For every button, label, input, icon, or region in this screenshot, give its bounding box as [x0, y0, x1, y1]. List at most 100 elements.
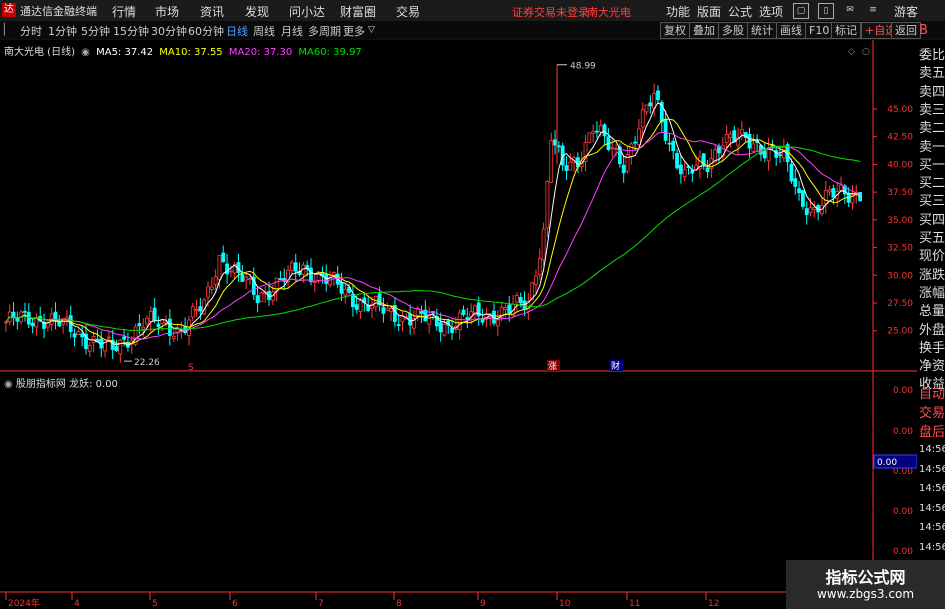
candle-body	[381, 307, 386, 314]
side-label-8[interactable]: 买三	[919, 190, 945, 209]
candle-body	[553, 139, 557, 146]
user-icon[interactable]: ▢	[793, 3, 809, 19]
side-label-11[interactable]: 现价	[919, 245, 945, 264]
side-label-15[interactable]: 外盘	[919, 319, 945, 338]
candle-body	[793, 178, 798, 187]
side-time-4[interactable]: 14:56	[919, 522, 945, 533]
side-time-1[interactable]: 14:56	[919, 464, 945, 475]
side-label-0[interactable]: 委比	[919, 44, 945, 63]
candle-body	[839, 184, 843, 191]
menu-wealth[interactable]: 财富圈	[340, 3, 376, 20]
menu-icon[interactable]: ≡	[866, 3, 880, 17]
period-multi[interactable]: 多周期	[308, 23, 341, 39]
menu-ask[interactable]: 问小达	[289, 3, 325, 20]
side-time-2[interactable]: 14:56	[919, 483, 945, 494]
side-label-17[interactable]: 净资	[919, 355, 945, 374]
draw-button[interactable]: 画线	[776, 22, 806, 39]
period-60min[interactable]: 60分钟	[188, 23, 224, 39]
guest-label[interactable]: 游客	[894, 3, 918, 20]
period-more[interactable]: 更多	[343, 23, 365, 39]
side-label-9[interactable]: 买四	[919, 209, 945, 228]
ma10-label: MA10: 37.55	[159, 47, 223, 58]
side-label-1[interactable]: 卖五	[919, 62, 945, 81]
candle-body	[148, 310, 153, 322]
watermark-title: 指标公式网	[825, 568, 906, 587]
side-label-5[interactable]: 卖一	[919, 136, 945, 155]
period-monthly[interactable]: 月线	[281, 23, 303, 39]
side-label-16[interactable]: 换手	[919, 337, 945, 356]
candle-body	[76, 331, 81, 336]
ma20-line	[5, 131, 861, 340]
side-label-3[interactable]: 卖三	[919, 99, 945, 118]
title-bar: 达 通达信金融终端 行情 市场 资讯 发现 问小达 财富圈 交易 证券交易未登录…	[0, 0, 945, 22]
login-alert[interactable]: 证券交易未登录	[512, 4, 589, 20]
app-logo-icon: 达	[2, 3, 16, 17]
kline-chart[interactable]: 25.0027.5030.0032.5035.0037.5040.0042.50…	[0, 40, 917, 609]
side-label-4[interactable]: 卖二	[919, 117, 945, 136]
chart-close-icon: ○	[862, 47, 870, 57]
candle-body	[221, 252, 226, 263]
menu-trade[interactable]: 交易	[396, 3, 420, 20]
indicator-tick-label: 0.00	[893, 427, 913, 437]
side-label-7[interactable]: 买二	[919, 172, 945, 191]
menu-options[interactable]: 选项	[759, 3, 783, 20]
f10-button[interactable]: F10	[805, 22, 834, 39]
more-chevron-icon[interactable]: ▽	[368, 25, 375, 35]
side-label-21[interactable]: 盘后	[919, 421, 945, 440]
candle-body	[732, 130, 737, 143]
legend-settings-icon[interactable]: ◉	[81, 47, 90, 58]
candle-body	[503, 306, 508, 311]
candle-body	[602, 124, 607, 137]
period-nav-icon[interactable]: ▏	[4, 23, 12, 36]
stats-button[interactable]: 统计	[747, 22, 777, 39]
period-daily[interactable]: 日线	[226, 23, 248, 39]
menu-layout[interactable]: 版面	[697, 3, 721, 20]
menu-market[interactable]: 市场	[155, 3, 179, 20]
side-label-20[interactable]: 交易	[919, 402, 945, 421]
side-label-6[interactable]: 买一	[919, 154, 945, 173]
menu-discover[interactable]: 发现	[245, 3, 269, 20]
side-label-13[interactable]: 涨幅	[919, 282, 945, 301]
period-30min[interactable]: 30分钟	[151, 23, 187, 39]
side-label-2[interactable]: 卖四	[919, 81, 945, 100]
overlay-button[interactable]: 叠加	[689, 22, 719, 39]
candle-body	[724, 134, 729, 144]
menu-function[interactable]: 功能	[666, 3, 690, 20]
period-tick[interactable]: 分时	[20, 23, 42, 39]
indicator-tick-label: 0.00	[893, 507, 913, 517]
side-time-0[interactable]: 14:56	[919, 444, 945, 455]
candle-body	[228, 270, 233, 273]
menu-quotes[interactable]: 行情	[112, 3, 136, 20]
price-tick-label: 45.00	[887, 105, 913, 115]
candle-body	[595, 130, 599, 133]
phone-icon[interactable]: ▯	[818, 3, 834, 19]
side-label-10[interactable]: 买五	[919, 227, 945, 246]
candle-body	[663, 118, 668, 141]
side-time-5[interactable]: 14:56	[919, 542, 945, 553]
side-label-19[interactable]: 自动	[919, 383, 945, 402]
menu-news[interactable]: 资讯	[200, 3, 224, 20]
period-1min[interactable]: 1分钟	[48, 23, 77, 39]
side-label-12[interactable]: 涨跌	[919, 264, 945, 283]
period-15min[interactable]: 15分钟	[113, 23, 149, 39]
time-tick-label: 9	[480, 599, 486, 609]
period-5min[interactable]: 5分钟	[81, 23, 110, 39]
time-tick-label: 4	[74, 599, 80, 609]
time-tick-label: 10	[559, 599, 571, 609]
candle-body	[240, 273, 245, 282]
side-b-marker[interactable]: B	[919, 23, 928, 38]
side-label-14[interactable]: 总量	[919, 300, 945, 319]
adjust-button[interactable]: 复权	[660, 22, 690, 39]
mark-button[interactable]: 标记	[831, 22, 861, 39]
candle-body	[591, 131, 596, 134]
multi-stock-button[interactable]: 多股	[718, 22, 748, 39]
menu-formula[interactable]: 公式	[728, 3, 752, 20]
period-weekly[interactable]: 周线	[253, 23, 275, 39]
mail-icon[interactable]: ✉	[843, 3, 857, 17]
indicator-settings-icon[interactable]: ◉	[4, 379, 13, 390]
back-button[interactable]: 返回	[891, 22, 921, 39]
candle-body	[812, 206, 817, 211]
candle-body	[190, 306, 195, 318]
candle-body	[23, 310, 27, 313]
side-time-3[interactable]: 14:56	[919, 503, 945, 514]
